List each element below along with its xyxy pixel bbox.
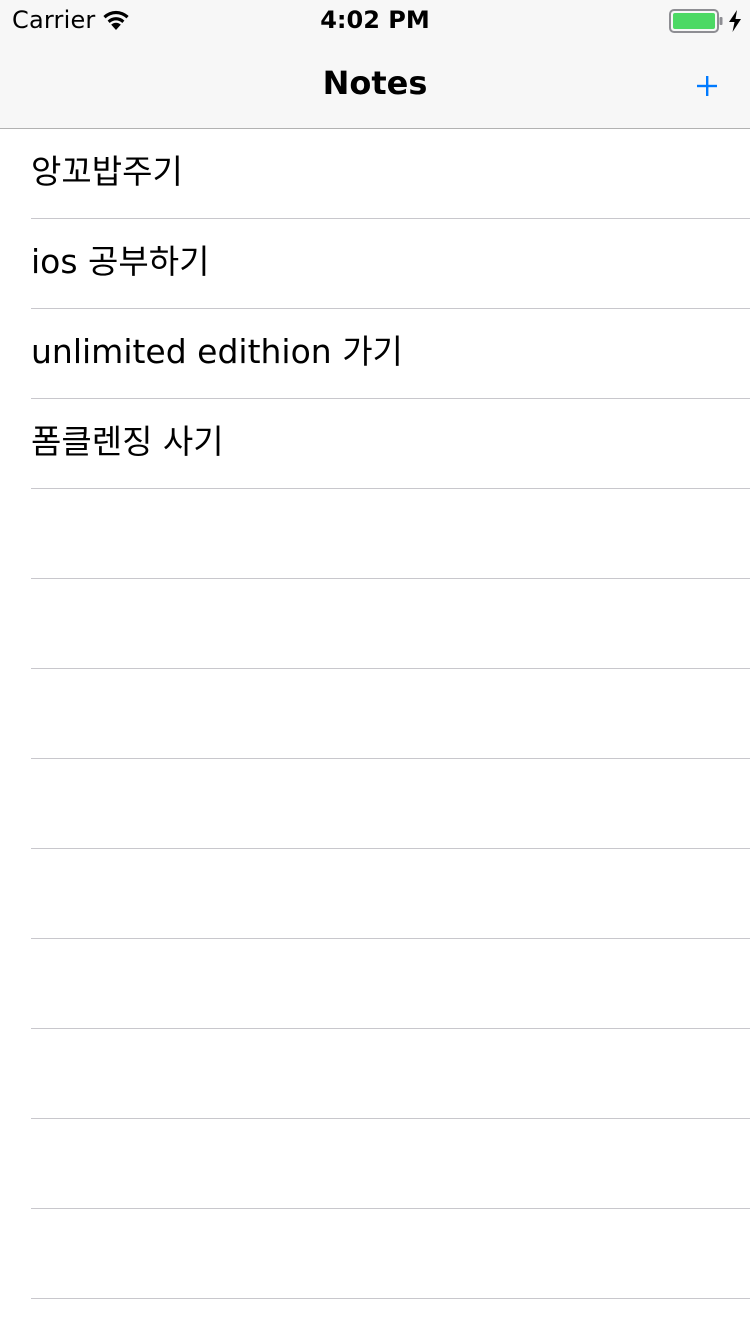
- note-title: 앙꼬밥주기: [31, 152, 183, 191]
- empty-row: [0, 1299, 750, 1334]
- status-bar: Carrier 4:02 PM: [0, 0, 750, 40]
- navigation-bar: Notes: [0, 40, 750, 129]
- note-row[interactable]: unlimited edithion 가기: [0, 309, 750, 399]
- note-title: ios 공부하기: [31, 242, 210, 281]
- empty-row: [0, 669, 750, 759]
- add-note-button[interactable]: [686, 60, 728, 108]
- empty-row: [0, 1119, 750, 1209]
- plus-icon: [697, 76, 717, 96]
- notes-table: 앙꼬밥주기 ios 공부하기 unlimited edithion 가기 폼클렌…: [0, 129, 750, 1334]
- battery-icon: [669, 9, 723, 33]
- empty-row: [0, 849, 750, 939]
- empty-row: [0, 579, 750, 669]
- status-time: 4:02 PM: [320, 6, 430, 34]
- note-row[interactable]: 앙꼬밥주기: [0, 129, 750, 219]
- empty-row: [0, 489, 750, 579]
- notes-screen: Carrier 4:02 PM Notes 앙꼬밥주기 ios 공부하기 unl…: [0, 0, 750, 1334]
- empty-row: [0, 1029, 750, 1119]
- note-title: 폼클렌징 사기: [31, 422, 224, 461]
- note-row[interactable]: 폼클렌징 사기: [0, 399, 750, 489]
- empty-row: [0, 939, 750, 1029]
- charging-bolt-icon: [729, 10, 741, 32]
- note-row[interactable]: ios 공부하기: [0, 219, 750, 309]
- page-title: Notes: [322, 64, 428, 102]
- note-title: unlimited edithion 가기: [31, 332, 403, 371]
- empty-row: [0, 1209, 750, 1299]
- empty-row: [0, 759, 750, 849]
